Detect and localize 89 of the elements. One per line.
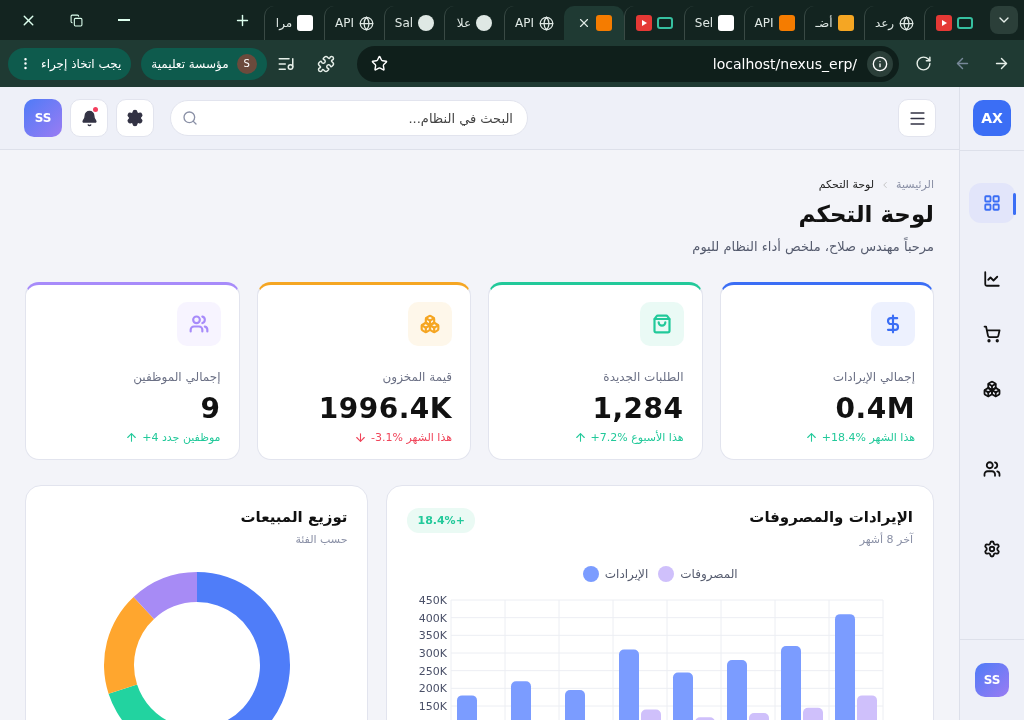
card-subtitle: حسب الفئة — [294, 533, 348, 546]
card-subtitle: آخر 8 أشهر — [858, 533, 913, 546]
user-avatar[interactable]: SS — [975, 663, 1009, 697]
legend-label: الإيرادات — [604, 567, 649, 581]
restore-icon — [69, 13, 83, 27]
card-title: توزيع المبيعات — [239, 508, 348, 526]
app-logo: AX — [973, 100, 1011, 136]
minimize-icon — [118, 19, 130, 21]
circle-logo-icon — [476, 15, 493, 31]
address-bar[interactable]: localhost/nexus_erp/ — [356, 45, 899, 82]
screen-icon — [957, 17, 973, 29]
line-chart-icon — [983, 270, 1001, 288]
tab-title: API — [335, 16, 354, 30]
tab-title: أضـ — [815, 16, 833, 30]
globe-icon — [899, 15, 915, 31]
tab-title: علا — [456, 16, 472, 30]
axis-label: 400K — [419, 611, 448, 625]
reload-icon[interactable] — [915, 55, 932, 72]
axis-label: 450K — [419, 594, 448, 607]
boxes-icon — [420, 314, 440, 334]
square-logo-icon — [595, 15, 612, 31]
bag-icon — [651, 314, 672, 334]
globe-icon — [359, 15, 374, 31]
action-button[interactable]: يجب اتخاذ إجراء — [8, 47, 132, 80]
axis-label: 350K — [419, 629, 448, 643]
screen-icon — [657, 17, 673, 29]
play-icon — [636, 15, 652, 31]
square-logo-icon — [778, 15, 795, 31]
cart-icon — [983, 325, 1001, 343]
axis-label: 150K — [419, 700, 448, 713]
card-title: الإيرادات والمصروفات — [749, 508, 913, 526]
browser-tab[interactable] — [564, 6, 624, 40]
forward-icon[interactable] — [993, 55, 1010, 72]
tab-title: Sal — [394, 16, 414, 30]
tab-title: Sel — [694, 16, 714, 30]
tab-title: مرا — [275, 16, 293, 30]
stat-title: الطلبات الجديدة — [603, 370, 684, 384]
stat-trend: +7.2% هذا الأسبوع — [590, 431, 684, 444]
star-icon[interactable] — [370, 55, 388, 72]
tab-list-button[interactable] — [990, 6, 1018, 34]
stat-trend: -3.1% هذا الشهر — [371, 431, 452, 444]
extensions-icon[interactable] — [316, 54, 335, 73]
page-subtitle: مرحباً مهندس صلاح، ملخص أداء النظام لليوم — [691, 239, 934, 254]
circle-logo-icon — [418, 15, 435, 31]
stat-value: 1,284 — [592, 392, 684, 425]
square-logo-icon — [837, 15, 854, 31]
url-text: localhost/nexus_erp/ — [711, 55, 857, 72]
legend-label: المصروفات — [680, 567, 738, 581]
tab-title: API — [754, 16, 774, 30]
breadcrumb-item: لوحة التحكم — [818, 178, 875, 191]
stat-trend: +18.4% هذا الشهر — [821, 431, 915, 444]
tab-title: رعد — [874, 16, 895, 30]
globe-icon — [539, 15, 554, 31]
users-icon — [188, 314, 209, 334]
chart-bar — [457, 695, 478, 720]
users-icon — [983, 460, 1001, 478]
stat-value: 1996.4K — [318, 392, 452, 425]
square-logo-icon — [718, 15, 735, 31]
stat-trend: +4 موظفين جدد — [142, 431, 221, 444]
chart-bar — [511, 681, 532, 720]
profile-avatar: S — [236, 53, 257, 74]
info-icon[interactable] — [867, 50, 893, 77]
settings-icon — [983, 540, 1001, 558]
tab-title: API — [515, 16, 534, 30]
page-title: لوحة التحكم — [797, 201, 934, 227]
growth-badge: +18.4% — [407, 508, 475, 533]
grid-icon — [983, 194, 1001, 212]
stat-title: إجمالي الإيرادات — [832, 370, 915, 384]
boxes-icon — [983, 380, 1001, 398]
stat-title: قيمة المخزون — [382, 370, 452, 384]
axis-label: 300K — [419, 647, 448, 660]
settings-button[interactable] — [116, 99, 154, 137]
stat-title: إجمالي الموظفين — [133, 370, 221, 384]
play-icon — [936, 15, 952, 31]
bell-icon — [80, 109, 98, 127]
user-avatar[interactable]: SS — [24, 99, 62, 137]
back-icon[interactable] — [954, 55, 971, 72]
gear-icon — [126, 109, 144, 127]
search-field[interactable]: البحث في النظام... — [170, 100, 528, 136]
axis-label: 250K — [419, 664, 448, 678]
axis-label: 200K — [419, 682, 448, 696]
menu-button[interactable] — [898, 99, 936, 137]
active-indicator — [1013, 193, 1016, 215]
search-icon — [182, 110, 198, 126]
square-logo-icon — [297, 15, 314, 31]
stat-value: 0.4M — [835, 392, 915, 425]
notifications-button[interactable] — [70, 99, 108, 137]
stat-value: 9 — [200, 392, 221, 425]
chart-bar — [565, 690, 586, 720]
